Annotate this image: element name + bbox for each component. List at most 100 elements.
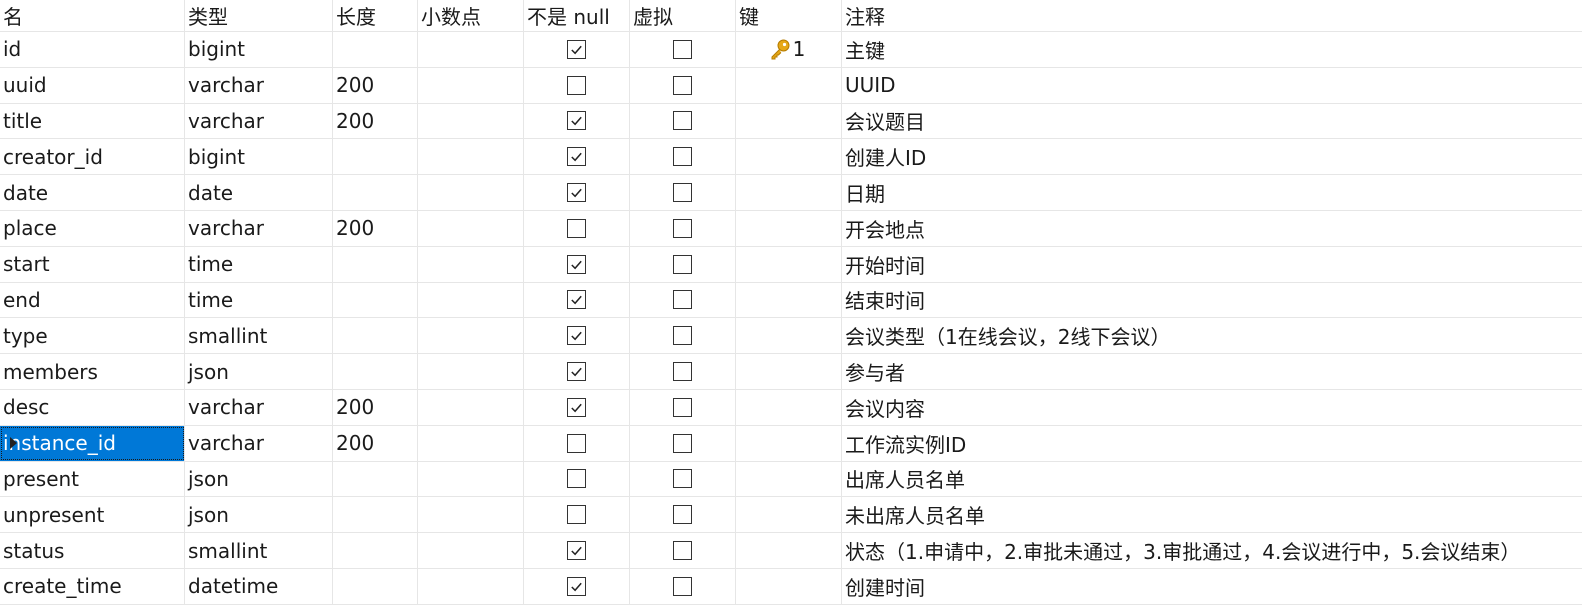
table-row[interactable]: start time 开始时间 — [0, 246, 1582, 283]
not-null-checkbox[interactable] — [567, 183, 586, 203]
field-comment-cell[interactable]: 创建时间 — [842, 569, 1582, 604]
field-length-cell[interactable] — [333, 139, 418, 175]
field-decimals-cell[interactable] — [418, 32, 524, 67]
field-length-cell[interactable]: 200 — [333, 103, 418, 139]
field-comment-cell[interactable]: 会议内容 — [842, 390, 1582, 425]
field-comment-cell[interactable]: 工作流实例ID — [842, 426, 1582, 461]
virtual-checkbox[interactable] — [673, 505, 692, 525]
key-cell[interactable] — [736, 354, 842, 389]
table-row[interactable]: status smallint 状态（1.申请中，2.审批未通过，3.审批通过，4.… — [0, 533, 1582, 569]
field-comment-cell[interactable]: 状态（1.申请中，2.审批未通过，3.审批通过，4.会议进行中，5.会议结束） — [842, 533, 1582, 568]
field-type-cell[interactable]: json — [185, 354, 333, 389]
not-null-checkbox[interactable] — [567, 397, 586, 417]
field-type-cell[interactable]: bigint — [185, 32, 333, 67]
field-decimals-cell[interactable] — [418, 210, 524, 246]
field-decimals-cell[interactable] — [418, 318, 524, 354]
field-type-cell[interactable]: json — [185, 497, 333, 533]
column-header-key[interactable]: 键 — [736, 0, 842, 31]
field-length-cell[interactable]: 200 — [333, 389, 418, 425]
table-row[interactable]: unpresent json 未出席人员名单 — [0, 497, 1582, 534]
field-length-cell[interactable] — [333, 246, 418, 282]
table-row[interactable]: members json 参与者 — [0, 354, 1582, 390]
field-type-cell[interactable]: json — [185, 461, 333, 497]
column-header-not-null[interactable]: 不是 null — [524, 0, 630, 31]
column-header-virtual[interactable]: 虚拟 — [630, 0, 736, 31]
table-row[interactable]: type smallint 会议类型（1在线会议，2线下会议） — [0, 318, 1582, 355]
field-length-cell[interactable]: 200 — [333, 67, 418, 103]
key-cell[interactable]: 1 — [736, 32, 842, 67]
table-row[interactable]: creator_id bigint 创建人ID — [0, 139, 1582, 176]
field-comment-cell[interactable]: 会议类型（1在线会议，2线下会议） — [842, 318, 1582, 353]
field-length-cell[interactable] — [333, 354, 418, 389]
virtual-checkbox[interactable] — [673, 75, 692, 95]
field-type-cell[interactable]: varchar — [185, 389, 333, 425]
virtual-checkbox[interactable] — [673, 397, 692, 417]
key-cell[interactable] — [736, 175, 842, 210]
not-null-checkbox[interactable] — [567, 469, 586, 489]
virtual-checkbox[interactable] — [673, 111, 692, 131]
field-length-cell[interactable]: 200 — [333, 210, 418, 246]
field-name-cell[interactable]: title — [0, 103, 185, 139]
not-null-checkbox[interactable] — [567, 362, 586, 382]
not-null-checkbox[interactable] — [567, 290, 586, 310]
virtual-checkbox[interactable] — [673, 183, 692, 203]
virtual-checkbox[interactable] — [673, 541, 692, 561]
key-cell[interactable] — [736, 461, 842, 497]
not-null-checkbox[interactable] — [567, 505, 586, 525]
key-cell[interactable] — [736, 282, 842, 318]
field-length-cell[interactable] — [333, 175, 418, 210]
virtual-checkbox[interactable] — [673, 576, 692, 596]
field-comment-cell[interactable]: 创建人ID — [842, 139, 1582, 174]
not-null-checkbox[interactable] — [567, 39, 586, 59]
table-row[interactable]: create_time datetime 创建时间 — [0, 568, 1582, 605]
not-null-checkbox[interactable] — [567, 218, 586, 238]
field-type-cell[interactable]: time — [185, 282, 333, 318]
column-header-type[interactable]: 类型 — [185, 0, 333, 31]
field-length-cell[interactable] — [333, 497, 418, 533]
field-comment-cell[interactable]: 会议题目 — [842, 104, 1582, 139]
field-name-cell[interactable]: type — [0, 318, 185, 354]
table-row[interactable]: place varchar 200 开会地点 — [0, 210, 1582, 247]
field-decimals-cell[interactable] — [418, 246, 524, 282]
field-name-cell[interactable]: end — [0, 282, 185, 318]
field-name-cell[interactable]: creator_id — [0, 139, 185, 175]
virtual-checkbox[interactable] — [673, 469, 692, 489]
not-null-checkbox[interactable] — [567, 147, 586, 167]
field-name-cell[interactable]: members — [0, 354, 185, 389]
virtual-checkbox[interactable] — [673, 326, 692, 346]
key-cell[interactable] — [736, 533, 842, 568]
field-decimals-cell[interactable] — [418, 533, 524, 568]
field-length-cell[interactable] — [333, 461, 418, 497]
field-type-cell[interactable]: smallint — [185, 533, 333, 568]
not-null-checkbox[interactable] — [567, 326, 586, 346]
field-name-cell[interactable]: instance_id — [0, 425, 185, 461]
field-comment-cell[interactable]: 日期 — [842, 175, 1582, 210]
field-comment-cell[interactable]: 出席人员名单 — [842, 462, 1582, 497]
field-name-cell[interactable]: create_time — [0, 568, 185, 604]
not-null-checkbox[interactable] — [567, 75, 586, 95]
field-name-cell[interactable]: status — [0, 533, 185, 568]
field-decimals-cell[interactable] — [418, 67, 524, 103]
field-length-cell[interactable] — [333, 533, 418, 568]
field-comment-cell[interactable]: 结束时间 — [842, 283, 1582, 318]
field-comment-cell[interactable]: UUID — [842, 68, 1582, 103]
field-name-cell[interactable]: present — [0, 461, 185, 497]
field-name-cell[interactable]: place — [0, 210, 185, 246]
table-row[interactable]: id bigint 1 主键 — [0, 32, 1582, 68]
field-type-cell[interactable]: varchar — [185, 67, 333, 103]
field-name-cell[interactable]: unpresent — [0, 497, 185, 533]
table-row[interactable]: uuid varchar 200 UUID — [0, 67, 1582, 104]
key-cell[interactable] — [736, 389, 842, 425]
field-length-cell[interactable] — [333, 282, 418, 318]
field-decimals-cell[interactable] — [418, 497, 524, 533]
not-null-checkbox[interactable] — [567, 433, 586, 453]
field-type-cell[interactable]: smallint — [185, 318, 333, 354]
virtual-checkbox[interactable] — [673, 290, 692, 310]
not-null-checkbox[interactable] — [567, 111, 586, 131]
column-header-comment[interactable]: 注释 — [842, 0, 1582, 31]
field-comment-cell[interactable]: 未出席人员名单 — [842, 497, 1582, 532]
key-cell[interactable] — [736, 318, 842, 354]
field-decimals-cell[interactable] — [418, 175, 524, 210]
field-decimals-cell[interactable] — [418, 425, 524, 461]
field-length-cell[interactable] — [333, 32, 418, 67]
